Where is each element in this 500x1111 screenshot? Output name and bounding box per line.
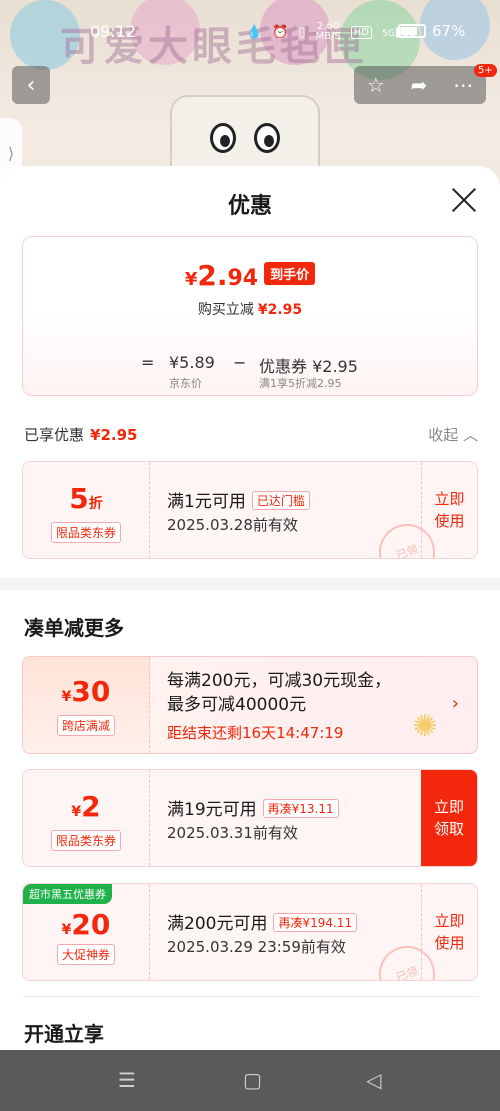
section-title-more: 凑单减更多 <box>24 616 124 640</box>
add-more-pill: 再凑¥194.11 <box>273 913 358 932</box>
reduce-row: 购买立减 ¥2.95 <box>197 302 303 318</box>
battery-level: 67% <box>432 22 466 40</box>
add-more-pill: 再凑¥13.11 <box>262 799 339 818</box>
promo-countdown: 距结束还剩16天14:47:19 <box>167 724 344 742</box>
status-icons: 💧 ⏰ ▯ 2.60 MB/S HD 5G▮▮▮ <box>246 22 416 42</box>
price-breakdown: = ¥5.89 京东价 − 优惠券 ¥2.95 满1享5折减2.95 <box>23 353 477 393</box>
notification-badge: 5+ <box>474 64 497 77</box>
promo-value-area: ¥30 跨店满减 <box>23 657 150 753</box>
enjoyed-amount: ¥2.95 <box>90 426 138 444</box>
promo-description: 每满200元，可减30元现金， 最多可减40000元 <box>167 671 392 715</box>
coupon-condition: 满19元可用 再凑¥13.11 <box>167 795 339 820</box>
coupon-condition: 满200元可用 再凑¥194.11 <box>167 909 358 934</box>
promo-badge: 超市黑五优惠券 <box>23 884 112 904</box>
use-coupon-button[interactable]: 立即 使用 <box>421 462 477 558</box>
coupon-info: 满19元可用 再凑¥13.11 2025.03.31前有效 <box>167 770 417 866</box>
price-card: ¥2.94 到手价 购买立减 ¥2.95 = ¥5.89 京东价 − 优惠券 ¥2… <box>22 236 478 396</box>
final-price: ¥2.94 <box>184 259 259 292</box>
original-price: ¥5.89 <box>169 353 215 372</box>
back-triangle-icon[interactable]: ◁ <box>366 1068 381 1092</box>
alarm-icon: ⏰ <box>272 24 289 40</box>
section-separator <box>22 996 478 997</box>
coupon-value: ¥2 <box>71 790 101 823</box>
coupon-condition: 满1元可用 已达门槛 <box>167 487 310 512</box>
section-title-open: 开通立享 <box>24 1022 104 1046</box>
coupon-card-2: ¥2 限品类东券 满19元可用 再凑¥13.11 2025.03.31前有效 立即… <box>22 769 478 867</box>
threshold-pill: 已达门槛 <box>251 491 310 510</box>
close-icon[interactable] <box>450 186 478 214</box>
battery-status: 67% <box>398 22 465 40</box>
coupon-price: 优惠券 ¥2.95 <box>259 357 358 376</box>
final-price-row: ¥2.94 到手价 <box>23 259 477 292</box>
status-time: 09:12 <box>90 22 137 41</box>
net-speed: 2.60 MB/S <box>315 21 341 42</box>
collapse-button[interactable]: 收起 ︿ <box>428 424 478 445</box>
final-price-tag: 到手价 <box>264 262 316 285</box>
coupon-card-20: ¥20 大促神券 超市黑五优惠券 满200元可用 再凑¥194.11 2025.0… <box>22 883 478 981</box>
coupon-card-enjoyed: 5折 限品类东券 满1元可用 已达门槛 2025.03.28前有效 已领 立即 使用 <box>22 461 478 559</box>
system-nav-bar: ☰ ▢ ◁ <box>0 1050 500 1111</box>
coupon-expiry: 2025.03.28前有效 <box>167 516 298 534</box>
sheet-title: 优惠 <box>227 194 272 219</box>
back-icon: ‹ <box>26 72 36 98</box>
status-bar: 09:12 💧 ⏰ ▯ 2.60 MB/S HD 5G▮▮▮ 67% <box>0 0 500 64</box>
claim-coupon-button[interactable]: 立即 领取 <box>421 770 477 866</box>
sparkle-icon: ✺ <box>412 709 438 744</box>
chevron-right-icon: ⟩ <box>7 143 15 163</box>
promo-value: ¥30 <box>61 675 111 708</box>
more-icon[interactable]: ⋯ <box>453 73 473 97</box>
back-button[interactable]: ‹ <box>12 66 50 104</box>
chevron-right-icon[interactable]: › <box>452 693 459 714</box>
equals-sign: = <box>141 353 155 372</box>
star-icon[interactable]: ☆ <box>367 73 385 97</box>
home-icon[interactable]: ▢ <box>243 1068 262 1092</box>
coupon-expiry: 2025.03.29 23:59前有效 <box>167 938 346 956</box>
share-icon[interactable]: ➦ <box>411 73 428 97</box>
coupon-value-area: ¥2 限品类东券 <box>23 770 150 866</box>
top-actions: ☆ ➦ ⋯ <box>354 66 486 104</box>
coupon-price-label: 满1享5折减2.95 <box>259 377 342 390</box>
coupon-expiry: 2025.03.31前有效 <box>167 824 298 842</box>
original-price-label: 京东价 <box>169 377 202 390</box>
enjoyed-discount: 已享优惠 ¥2.95 <box>24 426 138 444</box>
promo-type: 跨店满减 <box>56 715 116 736</box>
coupon-value-area: 5折 限品类东券 <box>23 462 150 558</box>
menu-icon[interactable]: ☰ <box>118 1068 136 1092</box>
coupon-value: ¥20 <box>61 908 111 941</box>
vibrate-icon: ▯ <box>298 24 306 40</box>
water-drop-icon: 💧 <box>246 24 263 40</box>
coupon-type: 限品类东券 <box>50 522 122 543</box>
hd-badge: HD <box>350 25 372 39</box>
coupon-value: 5折 <box>69 482 103 515</box>
coupon-type: 大促神券 <box>56 944 116 965</box>
coupon-type: 限品类东券 <box>50 830 122 851</box>
battery-icon <box>398 24 426 38</box>
reduce-amount: ¥2.95 <box>257 302 303 318</box>
use-coupon-button[interactable]: 立即 使用 <box>421 884 477 980</box>
discount-sheet: 优惠 ¥2.94 到手价 购买立减 ¥2.95 = ¥5.89 京东价 − 优惠券… <box>0 166 500 1050</box>
section-divider <box>0 578 500 590</box>
minus-sign: − <box>233 353 247 372</box>
cross-store-promo[interactable]: ¥30 跨店满减 每满200元，可减30元现金， 最多可减40000元 距结束还剩… <box>22 656 478 754</box>
